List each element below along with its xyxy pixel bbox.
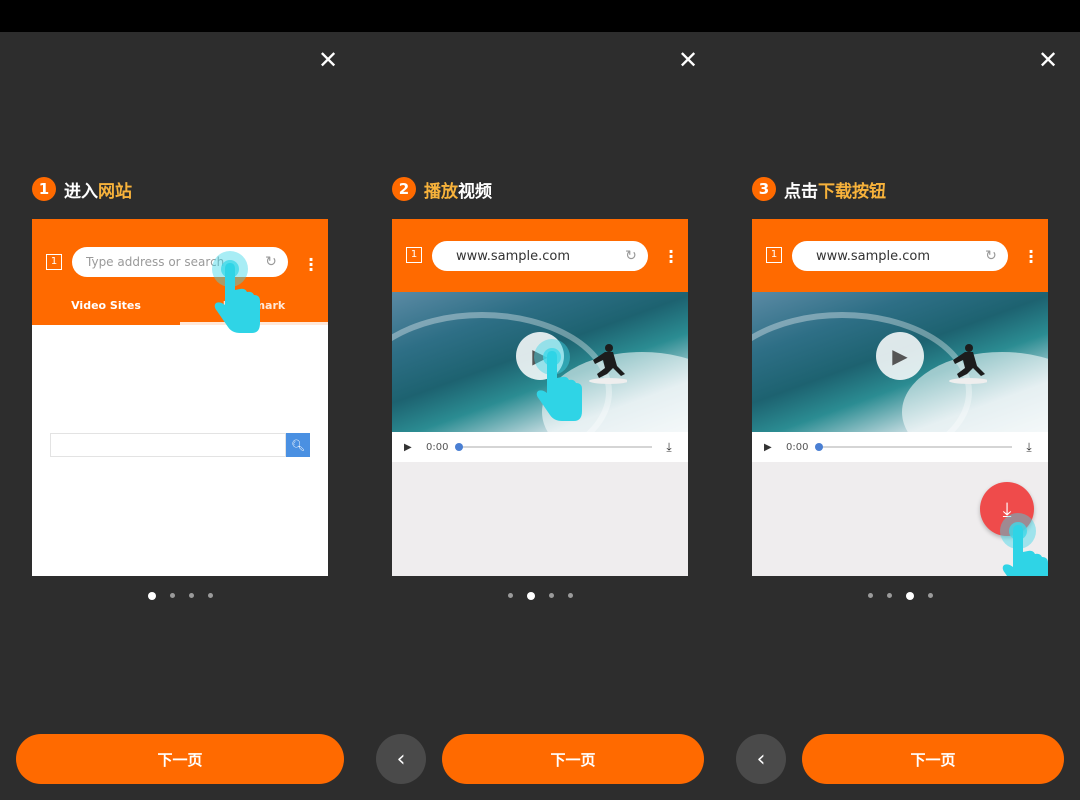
address-bar: www.sample.com ↻: [792, 241, 1008, 271]
browser-toolbar: 1 Type address or search ↻ · · · Video Sit…: [32, 219, 328, 325]
browser-preview: 1 Type address or search ↻ · · · Video Sit…: [32, 219, 328, 576]
page-dot: [147, 592, 156, 600]
step-title: 1 进入 网站: [32, 176, 132, 202]
page-dot: [507, 593, 513, 598]
back-button[interactable]: ‹: [376, 734, 426, 784]
step-title-text: 视频: [458, 181, 492, 202]
time-label: 0:00: [786, 441, 809, 453]
guide-panel-1: ✕ 1 进入 网站 1 Type address or search ↻ · · · …: [0, 32, 360, 800]
guide-panel-2: ✕ 2 播放 视频 1 www.sample.com ↻ · · · ▶ ▶ 0:00: [360, 32, 720, 800]
step-title-highlight: 网站: [98, 181, 132, 202]
progress-track: [815, 443, 1012, 451]
close-icon[interactable]: ✕: [1036, 48, 1060, 72]
close-icon[interactable]: ✕: [316, 48, 340, 72]
next-page-button[interactable]: 下一页: [442, 734, 704, 784]
surfer-image: [949, 344, 987, 384]
progress-knob: [815, 443, 823, 451]
page-search-field: [50, 433, 286, 457]
more-menu-icon: · · ·: [1028, 242, 1035, 271]
page-search-row: 🔍︎: [50, 433, 310, 457]
time-label: 0:00: [426, 441, 449, 453]
browser-preview: 1 www.sample.com ↻ · · · ▶ ▶ 0:00 ⤓ ⤓: [752, 219, 1048, 576]
page-dot: [567, 593, 573, 598]
back-button[interactable]: ‹: [736, 734, 786, 784]
close-icon[interactable]: ✕: [676, 48, 700, 72]
browser-preview: 1 www.sample.com ↻ · · · ▶ ▶ 0:00 ⤓: [392, 219, 688, 576]
next-page-button[interactable]: 下一页: [802, 734, 1064, 784]
download-icon: ⤓: [1026, 439, 1032, 454]
video-controls: ▶ 0:00 ⤓: [392, 432, 688, 462]
page-dot: [548, 593, 554, 598]
page-dot: [886, 593, 892, 598]
step-title-text: 进入: [64, 181, 98, 202]
reload-icon: ↻: [625, 248, 637, 264]
tab-video-sites: Video Sites: [32, 295, 180, 325]
progress-track: [455, 443, 652, 451]
tap-hand-icon: [534, 339, 582, 421]
download-icon: ⤓: [666, 439, 672, 454]
page-indicator: [360, 592, 720, 600]
page-dot: [867, 593, 873, 598]
surfer-image: [589, 344, 627, 384]
address-bar: www.sample.com ↻: [432, 241, 648, 271]
play-icon: ▶: [404, 441, 412, 453]
page-dot: [927, 593, 933, 598]
more-menu-icon: · · ·: [668, 242, 675, 271]
reload-icon: ↻: [985, 248, 997, 264]
tap-hand-icon: [1000, 513, 1048, 576]
play-icon: ▶: [876, 332, 924, 380]
browser-toolbar: 1 www.sample.com ↻ · · ·: [752, 219, 1048, 292]
search-icon: 🔍︎: [286, 433, 310, 457]
browser-tabs: Video Sites Bookmark: [32, 295, 328, 325]
step-title-text: 点击: [784, 181, 818, 202]
video-frame: ▶: [752, 292, 1048, 432]
step-title-highlight: 下载按钮: [818, 181, 886, 202]
page-dot: [526, 592, 535, 600]
address-text: www.sample.com: [816, 248, 930, 264]
more-menu-icon: · · ·: [308, 250, 315, 279]
progress-knob: [455, 443, 463, 451]
browser-toolbar: 1 www.sample.com ↻ · · ·: [392, 219, 688, 292]
step-number-badge: 1: [32, 177, 56, 201]
status-bar: [0, 0, 1080, 32]
tab-count-icon: 1: [46, 254, 62, 270]
next-page-button[interactable]: 下一页: [16, 734, 344, 784]
page-dot: [905, 592, 914, 600]
step-title: 2 播放 视频: [392, 176, 492, 202]
video-controls: ▶ 0:00 ⤓: [752, 432, 1048, 462]
step-title: 3 点击 下载按钮: [752, 176, 886, 202]
tab-count-icon: 1: [406, 247, 422, 263]
page-indicator: [0, 592, 360, 600]
page-dot: [188, 593, 194, 598]
guide-panel-3: ✕ 3 点击 下载按钮 1 www.sample.com ↻ · · · ▶ ▶ 0:…: [720, 32, 1080, 800]
step-number-badge: 2: [392, 177, 416, 201]
page-dot: [207, 593, 213, 598]
tap-hand-icon: [212, 251, 260, 333]
tab-count-icon: 1: [766, 247, 782, 263]
step-title-highlight: 播放: [424, 181, 458, 202]
page-dot: [169, 593, 175, 598]
play-icon: ▶: [764, 441, 772, 453]
page-indicator: [720, 592, 1080, 600]
step-number-badge: 3: [752, 177, 776, 201]
address-text: www.sample.com: [456, 248, 570, 264]
